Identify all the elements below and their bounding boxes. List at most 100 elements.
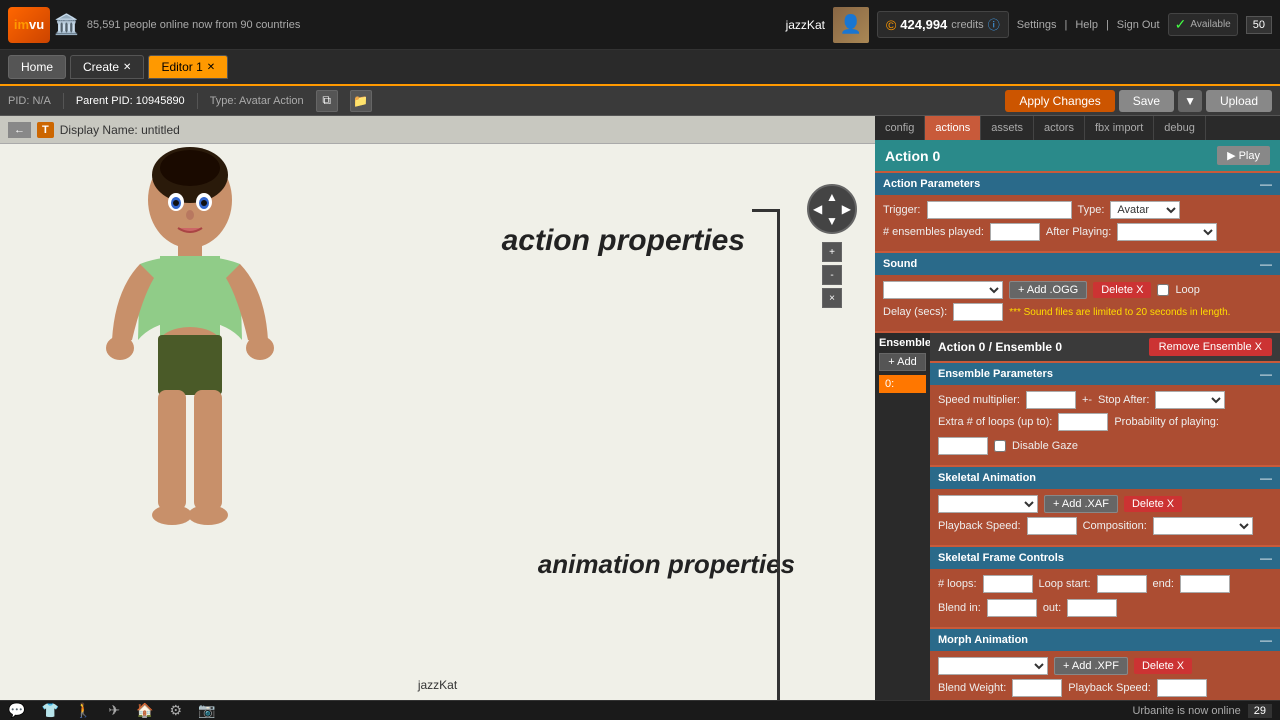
save-button[interactable]: Save xyxy=(1119,90,1174,112)
skel-out-label: out: xyxy=(1043,602,1061,614)
sound-file-select[interactable] xyxy=(883,281,1003,299)
tab-config[interactable]: config xyxy=(875,116,925,140)
probability-label: Probability of playing: xyxy=(1114,416,1219,428)
type-select[interactable]: Avatar xyxy=(1110,201,1180,219)
home-icon[interactable]: 🏠 xyxy=(136,702,153,719)
stop-after-select[interactable] xyxy=(1155,391,1225,409)
duplicate-icon[interactable]: ⧉ xyxy=(316,90,338,112)
remove-ensemble-button[interactable]: Remove Ensemble X xyxy=(1149,338,1272,356)
apply-changes-button[interactable]: Apply Changes xyxy=(1005,90,1114,112)
add-ogg-button[interactable]: + Add .OGG xyxy=(1009,281,1087,299)
settings-link[interactable]: Settings xyxy=(1017,19,1057,31)
morph-playback-input[interactable] xyxy=(1157,679,1207,697)
skel-loops-input[interactable] xyxy=(983,575,1033,593)
disable-gaze-checkbox[interactable] xyxy=(994,440,1006,452)
ensembles-input[interactable] xyxy=(990,223,1040,241)
info-icon[interactable]: ⓘ xyxy=(988,16,1000,33)
folder-icon[interactable]: 📁 xyxy=(350,90,372,112)
skel-loop-start-input[interactable] xyxy=(1097,575,1147,593)
blend-weight-input[interactable] xyxy=(1012,679,1062,697)
action-params-collapse[interactable]: — xyxy=(1260,177,1272,191)
skeletal-title: Skeletal Animation xyxy=(938,472,1036,484)
skeletal-collapse[interactable]: — xyxy=(1260,471,1272,485)
signout-link[interactable]: Sign Out xyxy=(1117,19,1160,31)
action-props-label: action properties xyxy=(502,224,745,258)
action-params-title: Action Parameters xyxy=(883,178,980,190)
tab-debug[interactable]: debug xyxy=(1154,116,1206,140)
skeletal-frame-title: Skeletal Frame Controls xyxy=(938,552,1064,564)
composition-select[interactable] xyxy=(1153,517,1253,535)
extra-loops-input[interactable] xyxy=(1058,413,1108,431)
nav-side-btn-2[interactable]: - xyxy=(822,265,842,285)
ensemble-list-title: Ensembles xyxy=(879,337,926,349)
ensemble-params-title: Ensemble Parameters xyxy=(938,368,1053,380)
save-dropdown-button[interactable]: ▼ xyxy=(1178,90,1202,112)
trigger-input[interactable] xyxy=(927,201,1072,219)
loop-checkbox[interactable] xyxy=(1157,284,1169,296)
after-playing-select[interactable] xyxy=(1117,223,1217,241)
tab-assets[interactable]: assets xyxy=(981,116,1034,140)
skeletal-frame-body: # loops: Loop start: end: Blend in: out: xyxy=(930,569,1280,627)
nav-side-btn-1[interactable]: + xyxy=(822,242,842,262)
create-tab-close[interactable]: ✕ xyxy=(123,62,131,73)
delete-xaf-button[interactable]: Delete X xyxy=(1124,496,1182,512)
skeletal-body: + Add .XAF Delete X Playback Speed: Comp… xyxy=(930,489,1280,545)
back-button[interactable]: ← xyxy=(8,122,31,138)
camera-icon[interactable]: 📷 xyxy=(198,702,215,719)
toolbar: PID: N/A Parent PID: 10945890 Type: Avat… xyxy=(0,86,1280,116)
add-xpf-button[interactable]: + Add .XPF xyxy=(1054,657,1128,675)
toolbar-separator xyxy=(63,93,64,109)
viewport-panel: ← T Display Name: untitled xyxy=(0,116,875,700)
nav-side-btn-3[interactable]: × xyxy=(822,288,842,308)
ensemble-params-collapse[interactable]: — xyxy=(1260,367,1272,381)
sound-collapse[interactable]: — xyxy=(1260,257,1272,271)
chat-icon[interactable]: 💬 xyxy=(8,702,25,719)
ensembles-panel: Ensembles + Add 0: Action 0 / Ensemble 0… xyxy=(875,333,1280,700)
disable-gaze-label: Disable Gaze xyxy=(1012,440,1078,452)
xpf-file-select[interactable] xyxy=(938,657,1048,675)
move-icon[interactable]: ✈ xyxy=(108,702,120,719)
skel-end-input[interactable] xyxy=(1180,575,1230,593)
tab-actions[interactable]: actions xyxy=(925,116,981,140)
toolbar-separator2 xyxy=(197,93,198,109)
skel-blend-in-input[interactable] xyxy=(987,599,1037,617)
morph-header: Morph Animation — xyxy=(930,629,1280,651)
skeletal-frame-collapse[interactable]: — xyxy=(1260,551,1272,565)
help-link[interactable]: Help xyxy=(1075,19,1098,31)
probability-input[interactable] xyxy=(938,437,988,455)
delay-row: Delay (secs): *** Sound files are limite… xyxy=(883,303,1272,321)
status-icons: 💬 👕 🚶 ✈ 🏠 ⚙ 📷 xyxy=(8,702,215,719)
skel-out-input[interactable] xyxy=(1067,599,1117,617)
display-name-icon: T xyxy=(37,122,54,138)
upload-button[interactable]: Upload xyxy=(1206,90,1272,112)
delay-input[interactable] xyxy=(953,303,1003,321)
ensemble-params-section: Ensemble Parameters — Speed multiplier: … xyxy=(930,363,1280,465)
ensemble-add-button[interactable]: + Add xyxy=(879,353,926,371)
add-xaf-button[interactable]: + Add .XAF xyxy=(1044,495,1118,513)
xaf-file-select[interactable] xyxy=(938,495,1038,513)
create-tab[interactable]: Create ✕ xyxy=(70,55,144,79)
play-button[interactable]: ▶ Play xyxy=(1217,146,1270,165)
dpad[interactable]: ▲ ▼ ◀ ▶ xyxy=(807,184,857,234)
available-check-icon: ✓ xyxy=(1175,16,1187,33)
settings-icon[interactable]: ⚙ xyxy=(169,702,182,719)
editor-tab[interactable]: Editor 1 ✕ xyxy=(148,55,228,79)
shirt-icon[interactable]: 👕 xyxy=(41,702,58,719)
editor-tab-close[interactable]: ✕ xyxy=(207,62,215,73)
playback-speed-input[interactable] xyxy=(1027,517,1077,535)
viewport-username: jazzKat xyxy=(418,678,457,692)
ensemble-item[interactable]: 0: xyxy=(879,375,926,393)
home-button[interactable]: Home xyxy=(8,55,66,79)
morph-collapse[interactable]: — xyxy=(1260,633,1272,647)
delete-sound-button[interactable]: Delete X xyxy=(1093,282,1151,298)
tab-actors[interactable]: actors xyxy=(1034,116,1085,140)
tab-fbx-import[interactable]: fbx import xyxy=(1085,116,1154,140)
delete-morph-button[interactable]: Delete X xyxy=(1134,658,1192,674)
skeletal-frame-row: # loops: Loop start: end: Blend in: out: xyxy=(938,575,1272,617)
score-badge: 50 xyxy=(1246,16,1272,34)
speed-input[interactable] xyxy=(1026,391,1076,409)
person-icon[interactable]: 🚶 xyxy=(75,702,92,719)
username-label: jazzKat xyxy=(786,18,825,32)
speed-label: Speed multiplier: xyxy=(938,394,1020,406)
user-area: jazzKat 👤 © 424,994 credits ⓘ Settings |… xyxy=(786,7,1272,43)
